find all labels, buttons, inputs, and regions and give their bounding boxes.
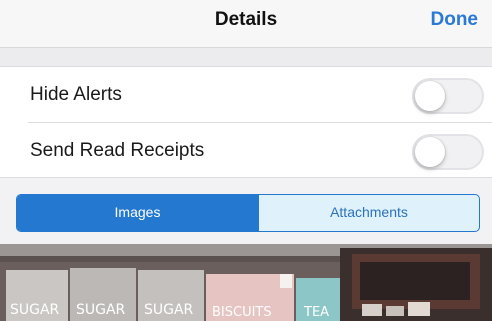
shelf-label: SUGAR [10,302,60,318]
page-title: Details [214,9,278,30]
toggle-knob [415,137,445,167]
settings-group: Hide Alerts Send Read Receipts [0,66,492,178]
segment-area: Images Attachments [0,178,492,244]
shelf-label: TEA [303,305,329,320]
image-thumbnail[interactable]: SUGAR SUGAR SUGAR BISCUITS TEA [0,244,492,321]
navigation-bar: Details Done [0,0,492,48]
media-segmented-control: Images Attachments [16,194,480,232]
send-read-receipts-row: Send Read Receipts [0,123,492,178]
shelf-photo: SUGAR SUGAR SUGAR BISCUITS TEA [0,244,492,321]
shelf-label: SUGAR [76,302,126,318]
shelf-label: SUGAR [144,302,194,318]
hide-alerts-row: Hide Alerts [0,67,492,123]
toggle-knob [415,81,445,111]
segment-images[interactable]: Images [17,195,258,231]
segment-attachments[interactable]: Attachments [258,195,479,231]
send-read-receipts-label: Send Read Receipts [30,140,205,161]
hide-alerts-label: Hide Alerts [30,84,122,105]
done-button[interactable]: Done [431,0,479,40]
section-gap [0,48,492,66]
hide-alerts-toggle[interactable] [412,78,484,114]
shelf-label: BISCUITS [212,305,272,320]
send-read-receipts-toggle[interactable] [412,134,484,170]
